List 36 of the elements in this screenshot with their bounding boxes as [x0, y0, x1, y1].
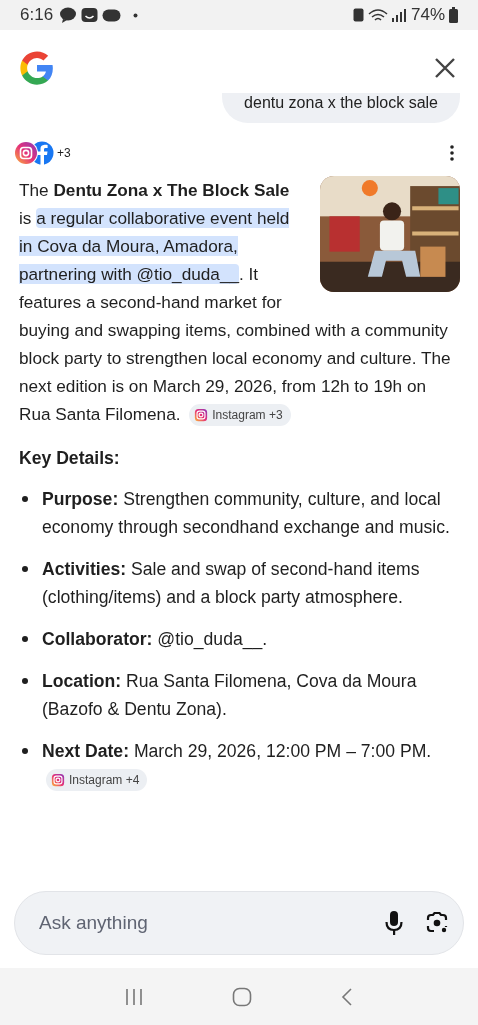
battery-icon	[449, 7, 458, 23]
battery-level: 74%	[410, 5, 445, 25]
wifi-icon	[367, 7, 388, 23]
signal-icon	[391, 8, 407, 22]
notification-dot-icon	[133, 12, 139, 18]
bullet-icon	[22, 496, 28, 502]
source-chip[interactable]: Instagram +3	[189, 404, 291, 427]
detail-text: Purpose: Strengthen community, culture, and local economy through secondhand exchange and music.	[42, 488, 451, 539]
status-time: 6:16	[20, 5, 54, 25]
instagram-icon	[194, 408, 209, 423]
close-button[interactable]	[434, 57, 456, 79]
detail-text: Collaborator: @tio_duda__.	[42, 628, 269, 652]
bullet-icon	[22, 748, 28, 754]
source-icons[interactable]	[14, 140, 54, 166]
detail-text: Next Date: March 29, 2026, 12:00 PM – 7:00 PM. Instagram +4	[42, 737, 460, 793]
source-count: +3	[57, 146, 71, 160]
search-bar[interactable]: Ask anything	[14, 891, 464, 955]
section-heading: Key Details:	[18, 447, 121, 469]
detail-text: Activities: Sale and swap of second-hand items (clothing/items) and a block party atmosphere.	[42, 558, 421, 609]
detail-text: Location: Rua Santa Filomena, Cova da Moura (Bazofo & Dentu Zona).	[42, 670, 418, 721]
camera-search-icon[interactable]	[425, 911, 449, 935]
microphone-icon[interactable]	[385, 910, 403, 936]
home-icon[interactable]	[232, 986, 252, 1007]
answer-text: The Dentu Zona x The Block Sale is a regular collaborative event held in Cova da Moura, Amadora, partnering with @tio_duda__. It features a second-hand market for buying and swapping items, combined with a community block party to strengthen local economy and culture. The next edition is on March 29, 2026, from 12h to 19h on Rua Santa Filomena. Instagram +3	[19, 176, 460, 428]
source-chip[interactable]: Instagram +4	[46, 769, 148, 792]
ask-field[interactable]: Ask anything	[37, 911, 363, 935]
google-logo	[18, 49, 56, 87]
bullet-icon	[22, 678, 28, 684]
recent-apps-icon[interactable]	[124, 987, 144, 1006]
smiley-app-icon	[81, 7, 99, 23]
back-icon[interactable]	[340, 986, 354, 1007]
bullet-icon	[22, 636, 28, 642]
bullet-icon	[22, 566, 28, 572]
instagram-icon	[51, 773, 65, 788]
query-bubble: dentu zona x the block sale	[222, 93, 460, 123]
chat-bubble-icon	[59, 6, 78, 24]
